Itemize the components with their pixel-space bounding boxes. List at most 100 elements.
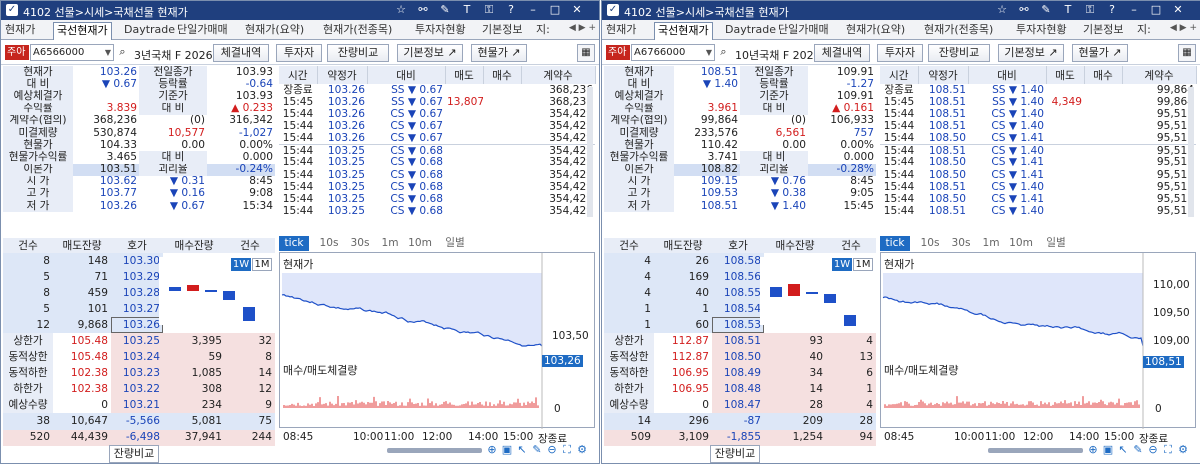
chart-tab-2[interactable]: 30s: [946, 236, 976, 251]
account-badge[interactable]: 주아: [5, 45, 29, 60]
tab-1[interactable]: 국선현재가: [53, 22, 112, 40]
tick-scrollbar[interactable]: [1188, 87, 1194, 217]
toolbar-button-4[interactable]: 현물가 ↗: [471, 44, 527, 62]
chart-tab-4[interactable]: 10m: [406, 236, 434, 251]
maximize-icon[interactable]: □: [548, 3, 562, 17]
zoom-out-icon[interactable]: ⊖: [1146, 443, 1160, 457]
close-icon[interactable]: ✕: [1171, 3, 1185, 17]
settings-icon[interactable]: ⚙: [1176, 443, 1190, 457]
tab-7[interactable]: 기본정보: [1083, 22, 1123, 40]
bid-row[interactable]: 동적하한 102.38 103.23 1,085 14: [3, 365, 275, 382]
tab-4[interactable]: 현재가(요약): [846, 22, 905, 40]
tick-header-cell[interactable]: 시간: [279, 66, 318, 84]
toolbar-button-3[interactable]: 기본정보 ↗: [998, 44, 1064, 62]
settings-icon[interactable]: ⚙: [575, 443, 589, 457]
minimize-icon[interactable]: –: [1127, 3, 1141, 17]
close-icon[interactable]: ✕: [570, 3, 584, 17]
toolbar-button-4[interactable]: 현물가 ↗: [1072, 44, 1128, 62]
tab-0[interactable]: 현재가: [5, 22, 35, 40]
tick-header-cell[interactable]: 계약수: [521, 66, 596, 84]
balance-compare-button[interactable]: 잔량비교: [710, 445, 760, 463]
bid-row[interactable]: 동적상한 112.87 108.50 40 13: [604, 349, 876, 366]
tab-scroll-arrows[interactable]: ◀ ▶ +: [1170, 23, 1197, 33]
expand-icon[interactable]: ⛶: [560, 443, 574, 457]
link-checkbox[interactable]: ✓: [6, 4, 18, 16]
bid-row[interactable]: 동적상한 105.48 103.24 59 8: [3, 349, 275, 366]
minimize-icon[interactable]: –: [526, 3, 540, 17]
code-input[interactable]: A6766000 ▼: [631, 44, 715, 61]
chart-tab-5[interactable]: 일별: [439, 236, 471, 251]
search-icon[interactable]: ⌕: [716, 44, 731, 61]
chart-tab-0[interactable]: tick: [880, 236, 910, 251]
grid-icon[interactable]: ▦: [577, 44, 595, 62]
tick-header-cell[interactable]: 약정가: [317, 66, 368, 84]
zoom-icon[interactable]: ⊕: [1086, 443, 1100, 457]
help-icon[interactable]: ?: [1105, 3, 1119, 17]
chart-tab-5[interactable]: 일별: [1040, 236, 1072, 251]
chart-scrollbar[interactable]: [387, 448, 482, 453]
bid-row[interactable]: 동적하한 106.95 108.49 34 6: [604, 365, 876, 382]
tab-0[interactable]: 현재가: [606, 22, 636, 40]
range-1M[interactable]: 1M: [252, 258, 272, 271]
bid-row[interactable]: 하한가 106.95 108.48 14 1: [604, 381, 876, 398]
chart-tab-1[interactable]: 10s: [315, 236, 343, 251]
tab-4[interactable]: 현재가(요약): [245, 22, 304, 40]
toolbar-button-2[interactable]: 잔량비교: [928, 44, 990, 62]
link-checkbox[interactable]: ✓: [607, 4, 619, 16]
range-1W[interactable]: 1W: [231, 258, 251, 271]
toolbar-button-1[interactable]: 투자자: [877, 44, 923, 62]
tab-5[interactable]: 현재가(전종목): [924, 22, 993, 40]
tick-header-cell[interactable]: 계약수: [1122, 66, 1197, 84]
pen-icon[interactable]: ✎: [438, 3, 452, 17]
link-icon[interactable]: ⚯: [1017, 3, 1031, 17]
balance-compare-button[interactable]: 잔량비교: [109, 445, 159, 463]
cursor-icon[interactable]: ↖: [1116, 443, 1130, 457]
toolbar-button-3[interactable]: 기본정보 ↗: [397, 44, 463, 62]
star-icon[interactable]: ☆: [995, 3, 1009, 17]
tick-header-cell[interactable]: 매수: [483, 66, 522, 84]
tick-header-cell[interactable]: 매도: [445, 66, 484, 84]
chart-tab-4[interactable]: 10m: [1007, 236, 1035, 251]
maximize-icon[interactable]: □: [1149, 3, 1163, 17]
tick-scrollbar[interactable]: [587, 87, 593, 217]
magnet-icon[interactable]: ▣: [1101, 443, 1115, 457]
toolbar-button-2[interactable]: 잔량비교: [327, 44, 389, 62]
tab-8[interactable]: 지:: [1137, 22, 1151, 40]
draw-icon[interactable]: ✎: [1131, 443, 1145, 457]
code-input[interactable]: A6566000 ▼: [30, 44, 114, 61]
toolbar-button-0[interactable]: 체결내역: [213, 44, 269, 62]
zoom-icon[interactable]: ⊕: [485, 443, 499, 457]
link-icon[interactable]: ⚯: [416, 3, 430, 17]
tab-6[interactable]: 투자자현황: [1016, 22, 1067, 40]
tab-7[interactable]: 기본정보: [482, 22, 522, 40]
chart-tab-3[interactable]: 1m: [979, 236, 1003, 251]
tab-3[interactable]: 단일가매매: [177, 22, 228, 40]
pen-icon[interactable]: ✎: [1039, 3, 1053, 17]
tick-header-cell[interactable]: 대비: [367, 66, 446, 84]
chevron-down-icon[interactable]: ▼: [706, 45, 712, 60]
grid-icon[interactable]: ▦: [1178, 44, 1196, 62]
tab-2[interactable]: Daytrade: [124, 22, 175, 40]
bid-row[interactable]: 상한가 112.87 108.51 93 4: [604, 333, 876, 350]
draw-icon[interactable]: ✎: [530, 443, 544, 457]
tab-5[interactable]: 현재가(전종목): [323, 22, 392, 40]
zoom-out-icon[interactable]: ⊖: [545, 443, 559, 457]
text-icon[interactable]: T: [460, 3, 474, 17]
cursor-icon[interactable]: ↖: [515, 443, 529, 457]
range-1W[interactable]: 1W: [832, 258, 852, 271]
help-icon[interactable]: ?: [504, 3, 518, 17]
tab-6[interactable]: 투자자현황: [415, 22, 466, 40]
tab-8[interactable]: 지:: [536, 22, 550, 40]
search-icon[interactable]: ⌕: [115, 44, 130, 61]
magnet-icon[interactable]: ▣: [500, 443, 514, 457]
expand-icon[interactable]: ⛶: [1161, 443, 1175, 457]
account-badge[interactable]: 주아: [606, 45, 630, 60]
bid-row[interactable]: 예상수량 0 108.47 28 4: [604, 397, 876, 414]
tick-header-cell[interactable]: 시간: [880, 66, 919, 84]
tick-header-cell[interactable]: 매도: [1046, 66, 1085, 84]
range-1M[interactable]: 1M: [853, 258, 873, 271]
tab-scroll-arrows[interactable]: ◀ ▶ +: [569, 23, 596, 33]
chart-scrollbar[interactable]: [988, 448, 1083, 453]
tick-header-cell[interactable]: 매수: [1084, 66, 1123, 84]
bid-row[interactable]: 예상수량 0 103.21 234 9: [3, 397, 275, 414]
